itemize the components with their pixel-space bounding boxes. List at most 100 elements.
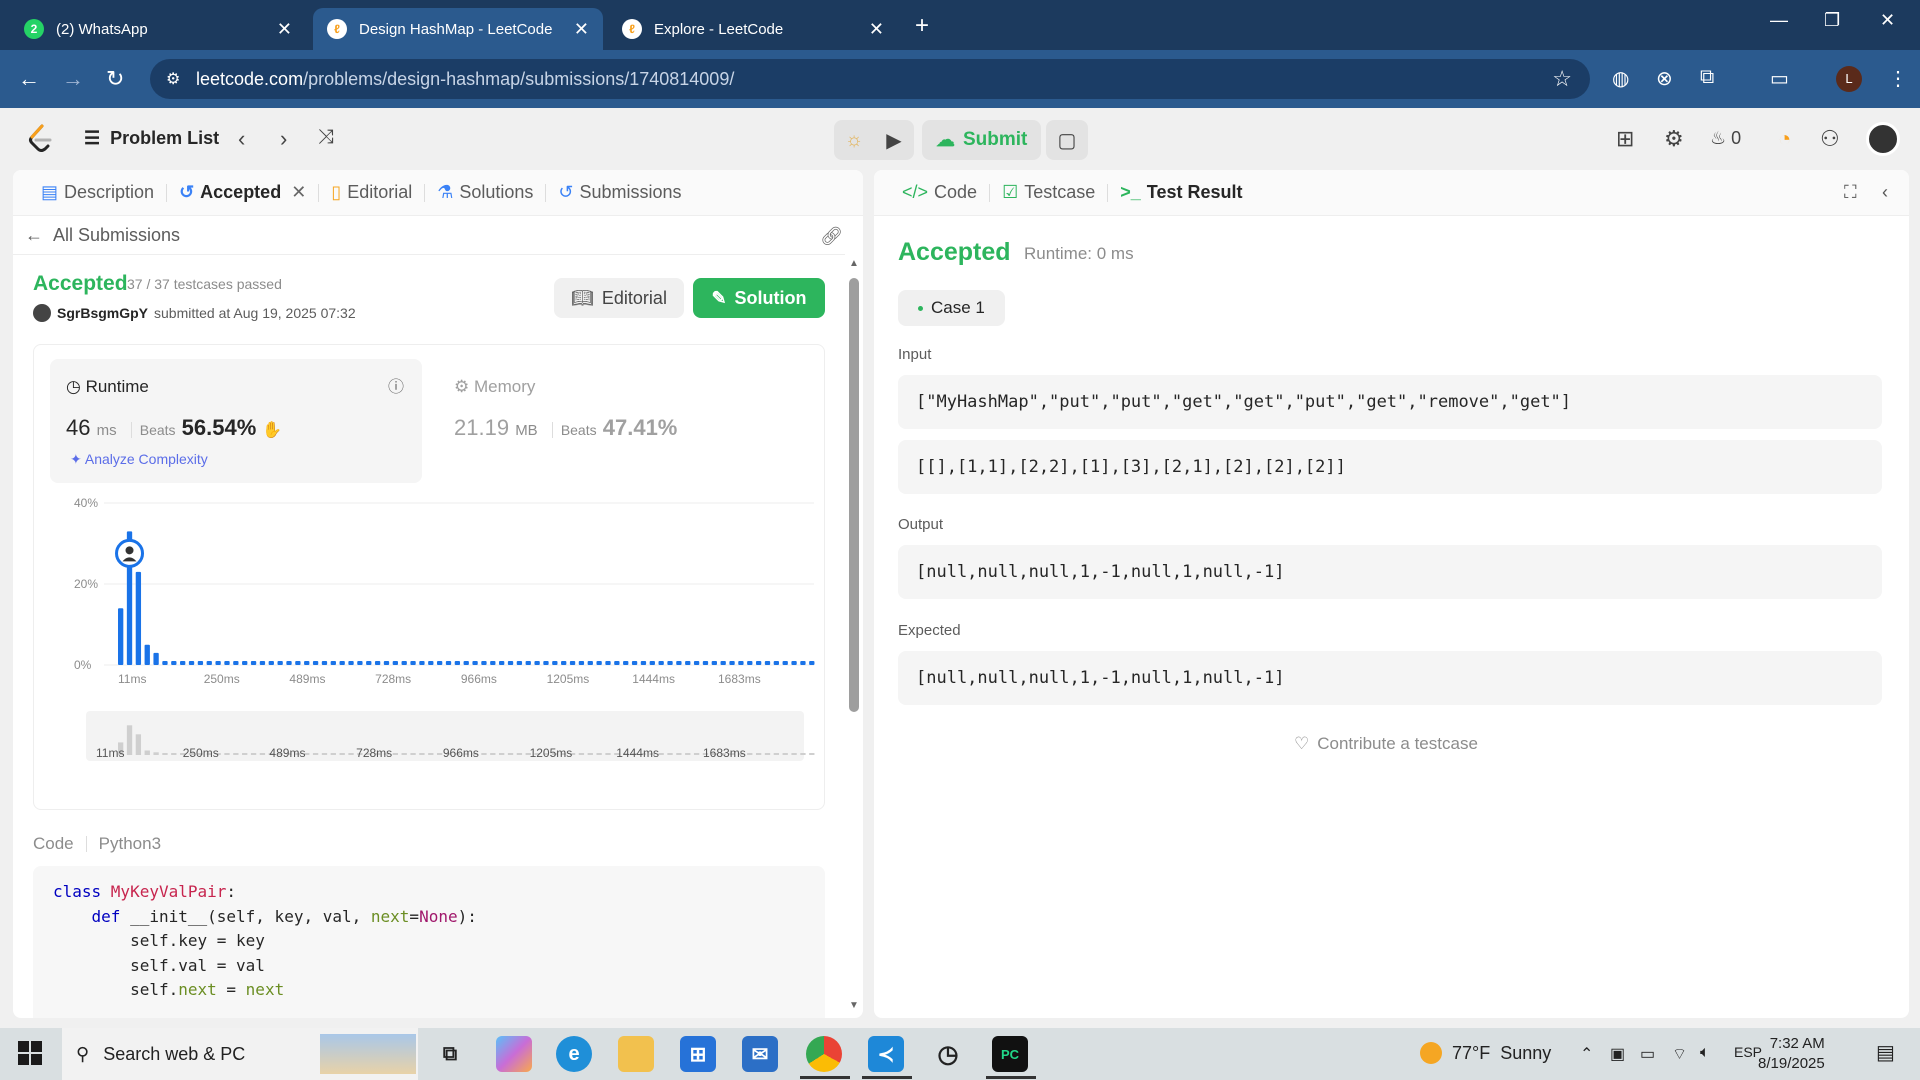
expected-value[interactable]: [null,null,null,1,-1,null,1,null,-1] (898, 651, 1882, 705)
tab-solutions[interactable]: ⚗ Solutions (425, 182, 545, 203)
back-icon[interactable]: ← (18, 66, 40, 92)
leetcode-logo-icon[interactable] (26, 124, 54, 154)
forward-icon[interactable]: → (62, 66, 84, 92)
taskbar-clock[interactable]: 7:32 AM 8/19/2025 (1758, 1034, 1825, 1074)
new-tab-icon[interactable]: + (915, 12, 929, 40)
tab-submissions[interactable]: ↺ Submissions (546, 182, 693, 203)
case-1-tab[interactable]: Case 1 (898, 290, 1005, 326)
browser-profile-avatar[interactable]: L (1836, 66, 1862, 92)
streak-counter[interactable]: ♨ 0 (1710, 128, 1741, 149)
solution-button[interactable]: ✎ Solution (693, 278, 825, 318)
close-window-icon[interactable]: ✕ (1880, 10, 1895, 31)
url-text[interactable]: leetcode.com/problems/design-hashmap/sub… (196, 69, 734, 90)
taskbar-search[interactable]: ⚲ Search web & PC (62, 1028, 418, 1080)
browser-menu-icon[interactable]: ⋮ (1888, 66, 1908, 91)
scrollbar-thumb[interactable] (849, 278, 859, 712)
close-tab-icon[interactable]: ✕ (291, 182, 306, 203)
pycharm-icon[interactable]: PC (992, 1036, 1028, 1072)
info-icon[interactable]: ⓘ (388, 373, 404, 397)
close-tab-icon[interactable]: ✕ (574, 19, 589, 40)
all-submissions-link[interactable]: ← All Submissions (25, 225, 180, 246)
settings-gear-icon[interactable]: ⚙ (1664, 126, 1684, 152)
store-icon[interactable]: ⊞ (680, 1036, 716, 1072)
close-tab-icon[interactable]: ✕ (277, 19, 292, 40)
tab-design-hashmap[interactable]: ℓ Design HashMap - LeetCode ✕ (313, 8, 603, 50)
tab-whatsapp[interactable]: 2 (2) WhatsApp ✕ (10, 8, 306, 50)
scroll-up-icon[interactable]: ▲ (849, 258, 859, 269)
contribute-testcase-link[interactable]: ♡ Contribute a testcase (1294, 734, 1478, 754)
tab-code[interactable]: </> Code (890, 182, 989, 203)
input-value-1[interactable]: ["MyHashMap","put","put","get","get","pu… (898, 375, 1882, 429)
omnibox[interactable]: ⚙ leetcode.com/problems/design-hashmap/s… (150, 59, 1590, 99)
vscode-icon[interactable]: ≺ (868, 1036, 904, 1072)
runtime-distribution-chart[interactable]: 40% 20% 0% 11ms 250ms 489ms 728ms 966ms 1205ms 14… (34, 485, 824, 801)
edge-icon[interactable]: e (556, 1036, 592, 1072)
tab-explore[interactable]: ℓ Explore - LeetCode ✕ (608, 8, 898, 50)
minimize-icon[interactable]: — (1770, 10, 1788, 31)
volume-icon[interactable]: 🔈︎ (1700, 1044, 1710, 1062)
notes-button[interactable]: ▢ (1046, 120, 1088, 160)
file-explorer-icon[interactable] (618, 1036, 654, 1072)
navigator-bar (516, 753, 523, 755)
tab-testcase[interactable]: ☑ Testcase (990, 182, 1107, 203)
reload-icon[interactable]: ↻ (106, 66, 124, 92)
windows-start-icon[interactable] (18, 1041, 42, 1065)
weather-widget[interactable]: 77°F Sunny (1420, 1042, 1551, 1064)
close-tab-icon[interactable]: ✕ (869, 19, 884, 40)
tab-test-result[interactable]: >_ Test Result (1108, 182, 1254, 203)
notification-icon[interactable]: ▤ (1876, 1040, 1895, 1065)
code-token: next (370, 906, 410, 926)
site-info-icon[interactable]: ⚙ (166, 69, 180, 89)
tab-label: Test Result (1146, 182, 1243, 202)
input-value-2[interactable]: [[],[1,1],[2,2],[1],[3],[2,1],[2],[2],[2… (898, 440, 1882, 494)
camera-icon[interactable]: ▣ (1610, 1044, 1625, 1064)
copy-link-icon[interactable]: 🔗︎ (820, 226, 843, 247)
tab-accepted[interactable]: ↺ Accepted ✕ (167, 182, 318, 203)
extension-icon[interactable]: ⊗ (1656, 66, 1673, 91)
chrome-icon[interactable] (806, 1036, 842, 1072)
histogram-bar (259, 660, 266, 665)
leetcode-favicon-icon: ℓ (622, 19, 642, 39)
editorial-button[interactable]: 📖︎ Editorial (554, 278, 684, 318)
histogram-bar (543, 660, 549, 665)
memory-card[interactable]: ⚙ Memory 21.19 MB Beats 47.41% (454, 359, 794, 483)
timer-icon[interactable]: ◔ (1778, 126, 1791, 152)
wifi-icon[interactable]: ⌔ (1672, 1044, 1687, 1064)
next-problem-icon[interactable]: › (280, 126, 287, 152)
scroll-down-icon[interactable]: ▼ (849, 1000, 859, 1011)
clock-app-icon[interactable]: ◷ (930, 1036, 966, 1072)
add-friend-icon[interactable]: ⚇ (1820, 126, 1840, 152)
task-view-icon[interactable]: ⧉ (432, 1036, 468, 1072)
clap-icon: ✋ (262, 422, 283, 439)
bookmark-star-icon[interactable]: ☆ (1552, 66, 1572, 92)
problem-list-button[interactable]: ☰ Problem List (84, 128, 219, 149)
output-value[interactable]: [null,null,null,1,-1,null,1,null,-1] (898, 545, 1882, 599)
collapse-icon[interactable]: ‹ (1882, 182, 1888, 203)
extensions-puzzle-icon[interactable]: ⧉ (1700, 66, 1714, 89)
author-avatar[interactable] (33, 304, 51, 322)
chevron-up-icon[interactable]: ⌃ (1580, 1044, 1593, 1064)
mail-icon[interactable]: ✉ (742, 1036, 778, 1072)
submit-button[interactable]: ☁ Submit (922, 120, 1042, 160)
author-name[interactable]: SgrBsgmGpY (57, 305, 148, 321)
run-icon[interactable]: ▶ (874, 120, 914, 160)
debug-icon[interactable]: ☼ (834, 120, 874, 160)
extension-icon[interactable]: ◍ (1612, 66, 1629, 91)
prev-problem-icon[interactable]: ‹ (238, 126, 245, 152)
tab-description[interactable]: ▤ Description (29, 182, 166, 203)
submitted-code[interactable]: class MyKeyValPair: def __init__(self, k… (33, 866, 825, 1018)
analyze-complexity-link[interactable]: ✦ Analyze Complexity (70, 451, 208, 468)
maximize-icon[interactable]: ⛶ (1844, 182, 1857, 203)
runtime-card[interactable]: ◷ Runtime ⓘ 46 ms Beats 56.54% ✋ ✦ Analy… (50, 359, 422, 483)
code-token: self (53, 955, 169, 975)
cast-icon[interactable]: ▭ (1770, 66, 1789, 91)
battery-icon[interactable]: ▭ (1640, 1044, 1655, 1064)
tab-editorial[interactable]: ▯ Editorial (319, 182, 424, 203)
copilot-icon[interactable] (496, 1036, 532, 1072)
user-avatar[interactable] (1866, 122, 1900, 156)
restore-icon[interactable]: ❐ (1824, 10, 1840, 31)
layout-grid-icon[interactable]: ⊞ (1616, 126, 1634, 152)
submitted-at: submitted at Aug 19, 2025 07:32 (154, 305, 356, 321)
shuffle-icon[interactable]: ⤨ (318, 126, 334, 149)
histogram-bar (330, 660, 336, 665)
